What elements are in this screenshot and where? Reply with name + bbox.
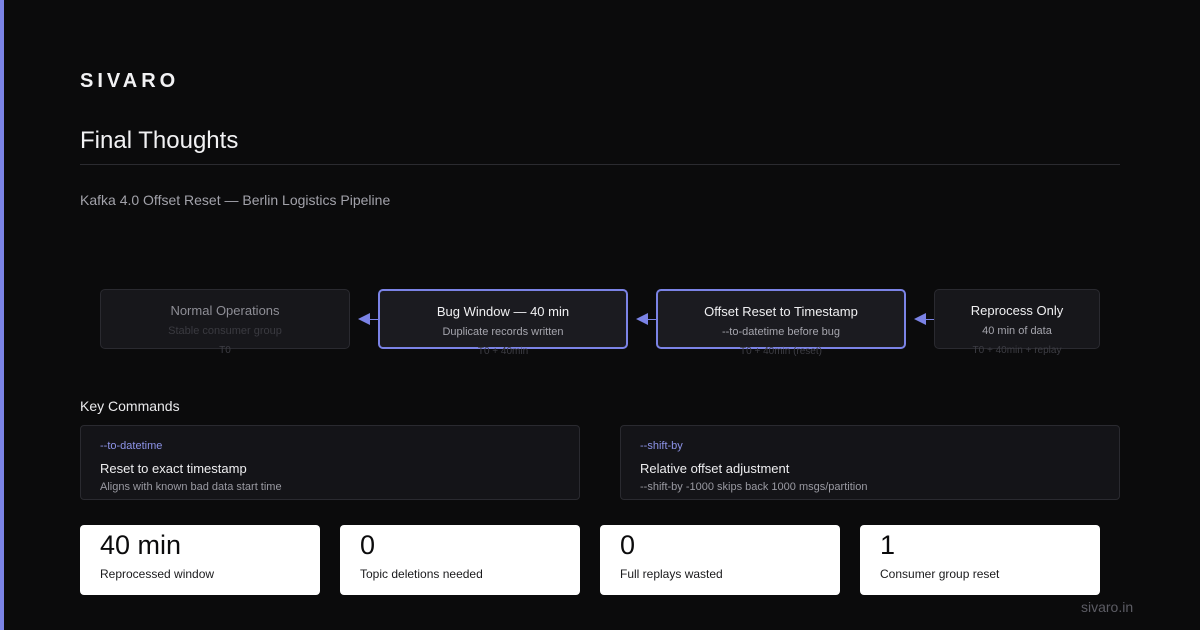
command-flag: --to-datetime — [100, 440, 163, 452]
flow-node-title: Offset Reset to Timestamp — [704, 304, 858, 319]
brand-logo: SIVARO — [80, 70, 180, 92]
command-card-shift-by: --shift-by Relative offset adjustment --… — [620, 425, 1120, 500]
stat-value: 0 — [620, 530, 636, 560]
flow-arrow-tail — [924, 319, 934, 320]
flow-node-title: Reprocess Only — [970, 303, 1064, 318]
flow-node-title: Normal Operations — [170, 303, 280, 318]
stat-card-topic-deletions: 0 Topic deletions needed — [340, 525, 580, 595]
stat-value: 0 — [360, 530, 376, 560]
command-flag: --shift-by — [640, 440, 683, 452]
flow-node-reprocess-only: Reprocess Only 40 min of data T0 + 40min… — [934, 289, 1100, 356]
command-description: Aligns with known bad data start time — [100, 481, 282, 493]
flow-node-time: T0 + 40min + replay — [972, 345, 1062, 356]
flow-node-offset-reset: Offset Reset to Timestamp --to-datetime … — [656, 289, 906, 357]
command-description: --shift-by -1000 skips back 1000 msgs/pa… — [640, 481, 868, 493]
accent-bar — [0, 0, 4, 630]
flow-node-time: T0 + 40min — [477, 346, 529, 357]
page-subtitle: Kafka 4.0 Offset Reset — Berlin Logistic… — [80, 192, 391, 208]
stat-card-reprocessed-window: 40 min Reprocessed window — [80, 525, 320, 595]
flow-node-time: T0 — [219, 345, 231, 356]
stat-card-full-replays: 0 Full replays wasted — [600, 525, 840, 595]
stat-label: Full replays wasted — [620, 567, 723, 581]
stat-label: Reprocessed window — [100, 567, 215, 581]
flow-arrow-tail — [646, 319, 656, 320]
stat-label: Topic deletions needed — [360, 567, 483, 581]
flow-node-time: T0 + 40min (reset) — [740, 346, 822, 357]
footer-url[interactable]: sivaro.in — [1081, 599, 1133, 615]
flow-node-subtitle: Stable consumer group — [168, 325, 282, 337]
flow-node-title: Bug Window — 40 min — [436, 304, 570, 319]
key-commands-heading: Key Commands — [80, 398, 180, 414]
stat-value: 40 min — [100, 530, 182, 560]
flow-node-subtitle: 40 min of data — [982, 325, 1052, 337]
title-divider — [80, 164, 1120, 165]
command-title: Reset to exact timestamp — [100, 461, 247, 476]
page-title: Final Thoughts — [80, 127, 239, 154]
command-card-to-datetime: --to-datetime Reset to exact timestamp A… — [80, 425, 580, 500]
flow-node-normal-operations: Normal Operations Stable consumer group … — [100, 289, 350, 356]
stat-label: Consumer group reset — [880, 567, 1000, 581]
flow-arrow-tail — [368, 319, 378, 320]
flow-node-bug-window: Bug Window — 40 min Duplicate records wr… — [378, 289, 628, 357]
command-title: Relative offset adjustment — [640, 461, 790, 476]
stat-card-consumer-group-reset: 1 Consumer group reset — [860, 525, 1100, 595]
stat-value: 1 — [880, 530, 896, 560]
flow-node-subtitle: Duplicate records written — [442, 326, 564, 338]
flow-node-subtitle: --to-datetime before bug — [721, 326, 840, 338]
